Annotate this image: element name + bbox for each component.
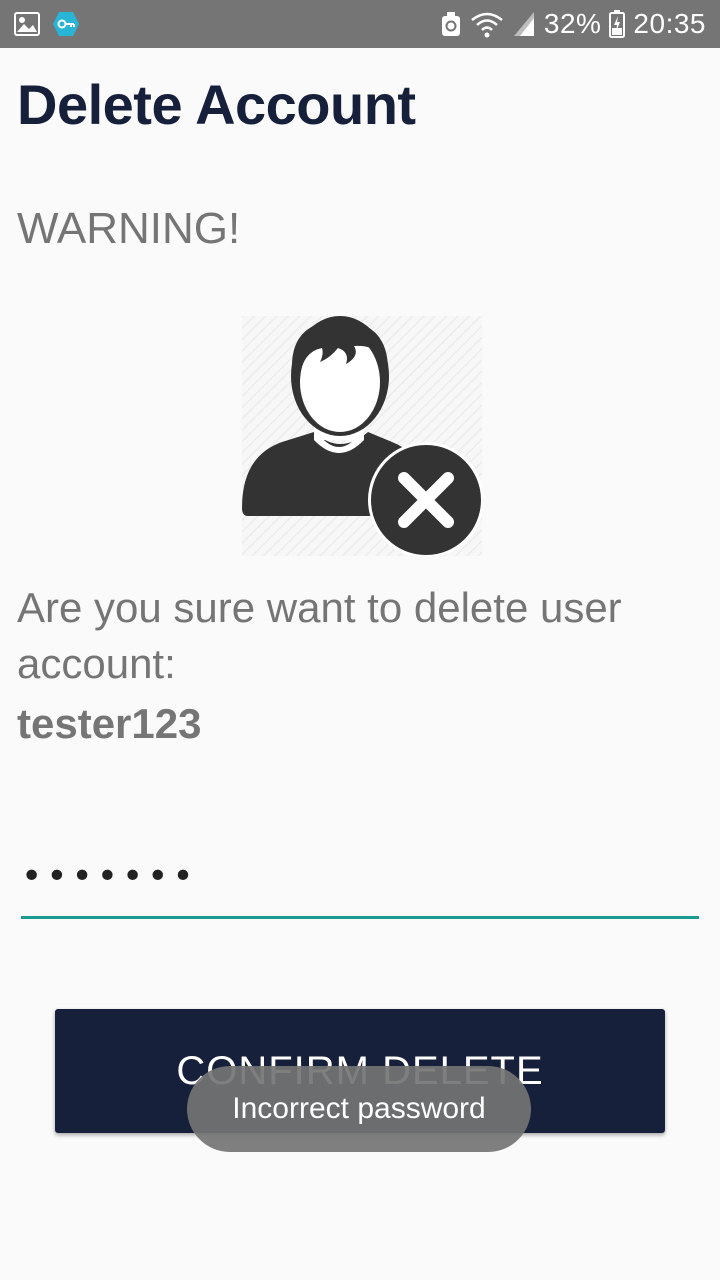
clock: 20:35 — [633, 8, 706, 39]
error-toast: Incorrect password — [187, 1066, 531, 1152]
signal-icon — [512, 10, 536, 38]
status-bar-right: 32% 20:35 — [440, 8, 706, 40]
password-field[interactable] — [21, 845, 699, 919]
warning-label: WARNING! — [17, 204, 241, 253]
gallery-icon — [14, 12, 40, 36]
delete-user-icon — [242, 316, 484, 558]
alarm-sync-icon — [440, 11, 462, 37]
wifi-icon — [470, 10, 504, 38]
confirmation-question: Are you sure want to delete user account… — [17, 584, 622, 687]
vpn-key-icon — [52, 10, 80, 38]
delete-account-screen: 32% 20:35 Delete Account WARNING! Are yo… — [0, 0, 720, 1280]
username-label: tester123 — [17, 700, 202, 747]
status-bar-left — [14, 10, 80, 38]
status-bar: 32% 20:35 — [0, 0, 720, 48]
battery-percent: 32% — [543, 8, 602, 39]
battery-icon — [609, 10, 626, 38]
page-title: Delete Account — [17, 73, 416, 136]
